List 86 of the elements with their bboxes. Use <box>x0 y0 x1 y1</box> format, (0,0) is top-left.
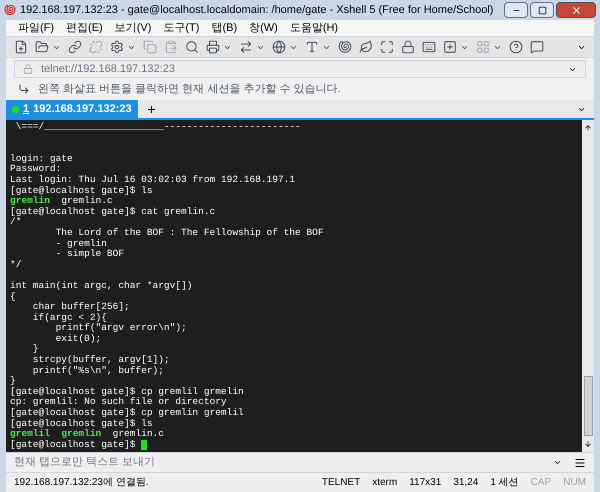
address-field[interactable]: telnet://192.168.197.132:23 <box>14 60 586 78</box>
close-icon <box>570 4 582 16</box>
printer-icon[interactable] <box>206 40 220 54</box>
terminal-text: exit(0); <box>54 334 102 344</box>
scrollbar[interactable] <box>582 120 594 452</box>
terminal-text: \===/_____________________------------------------ <box>14 122 301 133</box>
terminal-text: login: gate <box>10 154 73 164</box>
status-item: xterm <box>372 476 398 490</box>
close-button[interactable] <box>556 2 596 18</box>
scroll-up-icon[interactable] <box>584 124 592 132</box>
terminal-text: printf("argv error\n"); <box>54 323 187 334</box>
terminal-text: */ <box>10 260 22 270</box>
add-session-arrow-icon[interactable] <box>18 83 30 95</box>
terminal-text: strcpy(buffer, argv[1]); <box>32 355 170 366</box>
menu-item[interactable]: 탭(B) <box>211 20 238 36</box>
terminal-text: gremlin.c <box>60 196 113 207</box>
executable-file-name: gremlin <box>10 196 50 207</box>
app-logo-icon <box>4 4 16 16</box>
scroll-down-icon[interactable] <box>584 440 592 448</box>
terminal-text: } <box>10 376 16 387</box>
executable-file-name: gremlil <box>10 429 50 440</box>
link-icon[interactable] <box>68 40 82 54</box>
spiral-icon[interactable] <box>338 40 352 54</box>
executable-file-name: gremlin <box>60 429 102 440</box>
terminal-screen[interactable] <box>6 120 582 452</box>
help-icon[interactable] <box>509 40 523 54</box>
terminal-text: { <box>10 292 16 302</box>
terminal-text: char buffer[256]; <box>32 302 130 313</box>
terminal-text: printf("%s\n", buffer); <box>32 366 164 376</box>
fullscreen-icon[interactable] <box>380 40 394 54</box>
terminal-text: - simple BOF <box>54 249 124 260</box>
font-icon[interactable] <box>305 40 319 54</box>
terminal-text: [gate@localhost gate]$ ls <box>10 418 153 429</box>
terminal-text: Password: <box>10 164 62 175</box>
hint-text: 왼쪽 화살표 버튼을 클릭하면 현재 세션을 추가할 수 있습니다. <box>38 82 341 97</box>
folder-icon[interactable] <box>35 40 49 54</box>
dropdown-icon[interactable] <box>553 458 562 467</box>
session-tab[interactable]: 1 192.168.197.132:23 <box>6 100 138 118</box>
terminal-text: [gate@localhost gate]$ cat gremlin.c <box>10 206 216 217</box>
settings-icon[interactable] <box>110 40 124 54</box>
terminal-text: [gate@localhost gate]$ cp gremlin gremlil <box>10 408 244 419</box>
terminal-text: cp: gremlil: No such file or directory <box>10 397 227 408</box>
chat-icon[interactable] <box>530 40 544 54</box>
scrollbar-thumb[interactable] <box>584 376 592 436</box>
lock-icon <box>23 64 33 74</box>
status-item: TELNET <box>322 476 360 490</box>
terminal-text: [gate@localhost gate]$ <box>10 440 136 450</box>
minimize-button[interactable] <box>504 2 528 18</box>
connection-status: 192.168.197.132:23에 연결됨. <box>14 476 149 490</box>
terminal-text: /* <box>10 217 22 228</box>
terminal-text: Last login: Thu Jul 16 03:02:03 from 192.168.197.1 <box>10 174 296 186</box>
new-session-icon[interactable] <box>14 40 28 54</box>
terminal-text: gremlin.c <box>112 429 164 440</box>
tab-number: 1 <box>23 102 30 117</box>
window-title: 192.168.197.132:23 - gate@localhost.localdomain: /home/gate - Xshell 5 (Free for Home/School) <box>20 2 494 18</box>
add-tab-icon[interactable] <box>443 40 457 54</box>
menu-item[interactable]: 파일(F) <box>18 20 54 36</box>
terminal-text: - gremlin <box>54 238 107 249</box>
menu-item[interactable]: 창(W) <box>249 20 278 36</box>
menu-item[interactable]: 도움말(H) <box>290 20 338 36</box>
terminal-text: [gate@localhost gate]$ ls <box>10 186 153 196</box>
status-item: 31,24 <box>453 476 478 490</box>
transfer-icon[interactable] <box>239 40 253 54</box>
keyboard-icon[interactable] <box>422 40 436 54</box>
status-item: 117x31 <box>409 476 442 490</box>
terminal-text: The Lord of the BOF : The Fellowship of the BOF <box>54 228 324 239</box>
terminal-text: } <box>32 344 39 355</box>
menu-item[interactable]: 도구(T) <box>163 20 200 36</box>
maximize-icon <box>538 6 546 14</box>
terminal-text: int main(int argc, char *argv[]) <box>10 280 192 292</box>
menu-item[interactable]: 보기(V) <box>114 20 152 36</box>
search-icon[interactable] <box>185 40 199 54</box>
status-item: 1 세션 <box>490 476 519 490</box>
terminal-text: [gate@localhost gate]$ cp gremlil grmelin <box>10 386 244 397</box>
globe-icon[interactable] <box>272 40 286 54</box>
lock-icon[interactable] <box>401 40 415 54</box>
maximize-button[interactable] <box>530 2 554 18</box>
leaf-icon[interactable] <box>359 40 373 54</box>
status-item: NUM <box>563 476 586 490</box>
status-item: CAP <box>530 476 552 490</box>
terminal-text: if(argc < 2){ <box>32 312 107 323</box>
menu-icon[interactable] <box>574 456 586 468</box>
menu-item[interactable]: 편집(E) <box>66 20 103 36</box>
new-tab-icon[interactable] <box>146 104 157 115</box>
tab-label: 192.168.197.132:23 <box>33 102 132 117</box>
tab-list-icon[interactable] <box>577 105 586 114</box>
